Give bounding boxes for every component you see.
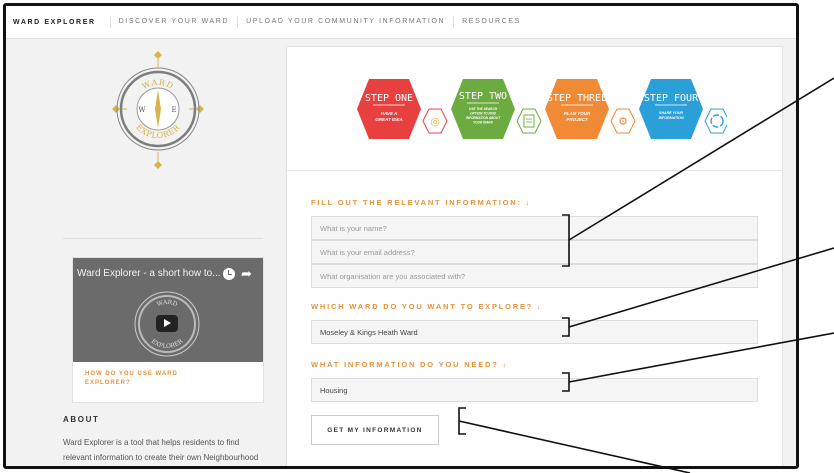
- bracket-information-field: [562, 372, 570, 392]
- pointer-line-submit-button: [458, 420, 691, 473]
- bracket-ward-field: [562, 317, 570, 337]
- pointer-line-contact-fields: [568, 77, 834, 241]
- pointer-line-ward-field: [568, 247, 834, 328]
- annotation-overlay: [458, 77, 834, 473]
- pointer-line-information-field: [568, 332, 834, 383]
- bracket-contact-fields: [562, 214, 570, 267]
